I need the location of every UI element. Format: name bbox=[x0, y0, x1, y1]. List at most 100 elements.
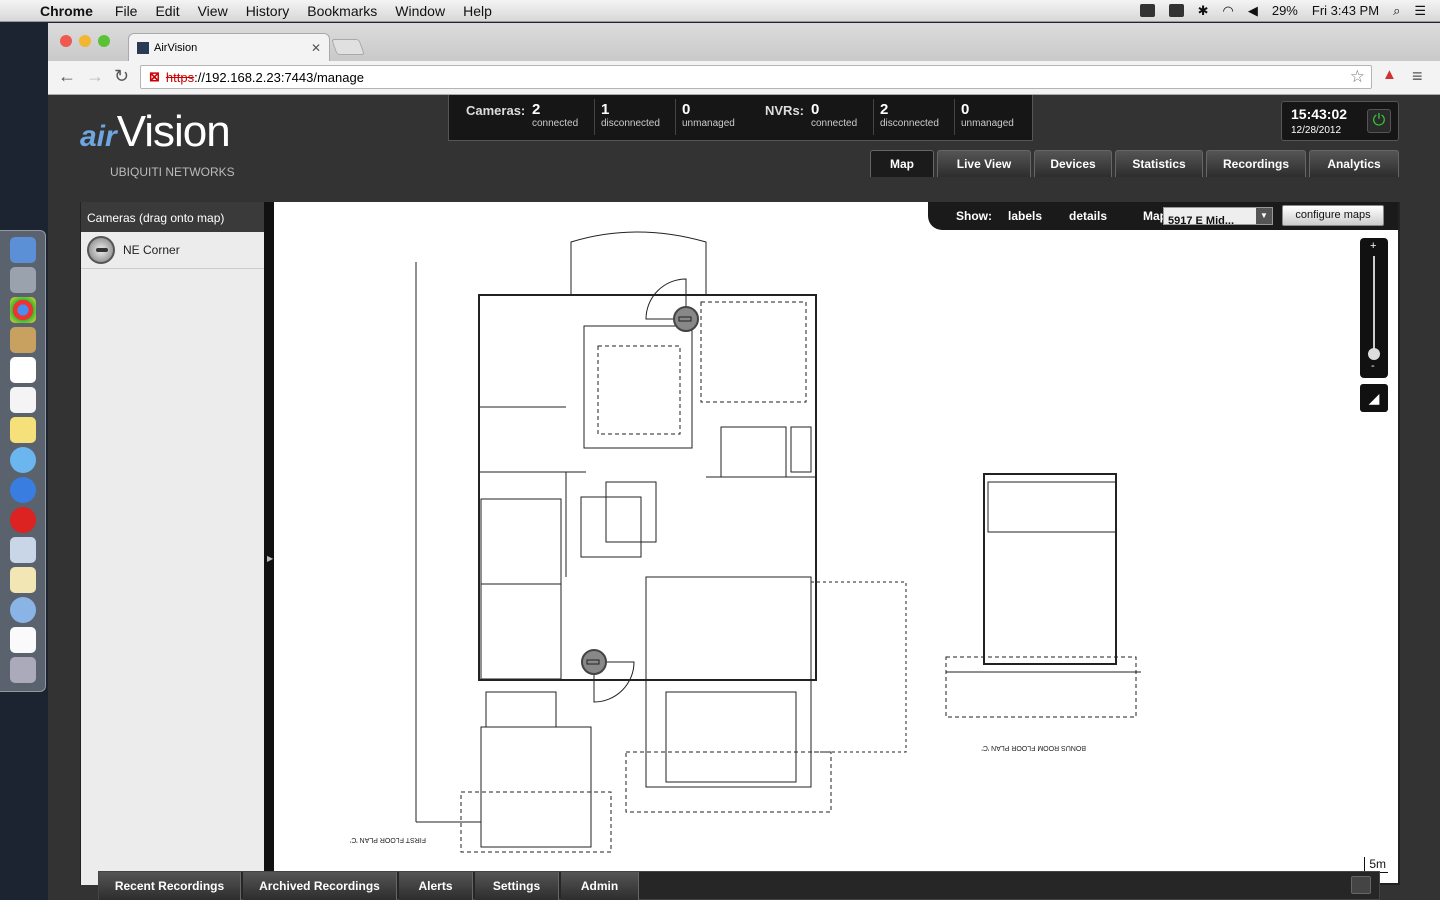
stickies-icon[interactable] bbox=[9, 567, 36, 593]
volume-icon[interactable]: ◀ bbox=[1248, 3, 1258, 19]
tab-strip: AirVision ✕ bbox=[48, 23, 1440, 61]
cameras-label: Cameras: bbox=[466, 103, 526, 118]
wifi-icon[interactable]: ◠ bbox=[1223, 3, 1234, 19]
cam-connected-stat[interactable]: 2 connected bbox=[532, 101, 578, 129]
map-select[interactable]: 5917 E Mid... ▼ bbox=[1163, 207, 1273, 227]
tab-devices[interactable]: Devices bbox=[1034, 150, 1112, 177]
tab-close-icon[interactable]: ✕ bbox=[311, 41, 321, 55]
tab-archived-recordings[interactable]: Archived Recordings bbox=[243, 872, 397, 900]
notes-icon[interactable] bbox=[9, 417, 36, 443]
back-icon[interactable]: ← bbox=[58, 66, 76, 87]
messages-icon[interactable] bbox=[9, 447, 36, 473]
chevron-right-icon[interactable]: ▶ bbox=[267, 554, 273, 563]
chevron-down-icon[interactable]: ▼ bbox=[1256, 208, 1272, 224]
nvr-connected-stat[interactable]: 0 connected bbox=[811, 101, 857, 129]
tab-live-view[interactable]: Live View bbox=[937, 150, 1031, 177]
clock-date: 12/28/2012 bbox=[1291, 125, 1342, 136]
preview-icon[interactable] bbox=[9, 537, 36, 563]
tab-recordings[interactable]: Recordings bbox=[1206, 150, 1306, 177]
new-tab-button[interactable] bbox=[331, 39, 365, 55]
menu-history[interactable]: History bbox=[246, 3, 290, 19]
cam-unmanaged-stat[interactable]: 0 unmanaged bbox=[682, 101, 735, 129]
extension-icon[interactable]: ▲ bbox=[1382, 66, 1397, 83]
network-folder-icon[interactable] bbox=[9, 597, 36, 623]
textedit-icon[interactable] bbox=[9, 387, 36, 413]
menu-help[interactable]: Help bbox=[463, 3, 492, 19]
calendar-icon[interactable] bbox=[9, 357, 36, 383]
system-preferences-icon[interactable] bbox=[9, 267, 36, 293]
address-bar[interactable]: ⊠ https ://192.168.2.23:7443/manage ☆ bbox=[140, 65, 1372, 89]
sidebar-header: Cameras (drag onto map) bbox=[81, 202, 264, 232]
camera-list-item[interactable]: NE Corner bbox=[81, 232, 264, 269]
chrome-icon[interactable] bbox=[9, 297, 36, 323]
menu-window[interactable]: Window bbox=[395, 3, 445, 19]
menubar-app-name[interactable]: Chrome bbox=[40, 3, 93, 19]
details-toggle[interactable]: details bbox=[1069, 209, 1107, 223]
sidebar-collapse-handle[interactable]: ▶ bbox=[264, 202, 274, 885]
insecure-lock-icon[interactable]: ⊠ bbox=[149, 69, 160, 85]
zoom-track[interactable] bbox=[1373, 256, 1375, 356]
spotlight-icon[interactable]: ⌕ bbox=[1393, 3, 1400, 19]
rotate-map-icon[interactable]: ◢ bbox=[1360, 384, 1388, 412]
tab-recent-recordings[interactable]: Recent Recordings bbox=[99, 872, 241, 900]
menubar-clock[interactable]: Fri 3:43 PM bbox=[1312, 3, 1379, 18]
map-canvas[interactable]: FIRST FLOOR PLAN 'C' BONUS ROOM FLOOR PL… bbox=[264, 202, 1400, 885]
bookmark-star-icon[interactable]: ☆ bbox=[1350, 67, 1365, 87]
power-icon[interactable]: ⏻ bbox=[1367, 109, 1391, 133]
zoom-slider[interactable]: + - bbox=[1360, 238, 1388, 378]
configure-maps-button[interactable]: configure maps bbox=[1282, 205, 1384, 226]
reload-icon[interactable]: ↻ bbox=[114, 66, 129, 87]
zoom-handle[interactable] bbox=[1368, 348, 1380, 360]
nvr-disconnected-stat[interactable]: 2 disconnected bbox=[880, 101, 939, 129]
main-nav: Map Live View Devices Statistics Recordi… bbox=[870, 150, 1399, 177]
divider bbox=[873, 99, 874, 135]
app-r-icon[interactable] bbox=[9, 507, 36, 533]
show-label: Show: bbox=[956, 209, 992, 223]
floor-plan: FIRST FLOOR PLAN 'C' BONUS ROOM FLOOR PL… bbox=[350, 231, 1141, 853]
plan-caption-1: FIRST FLOOR PLAN 'C' bbox=[350, 836, 426, 843]
time-machine-icon[interactable] bbox=[1168, 4, 1184, 17]
stat-value: 0 bbox=[961, 101, 970, 118]
tab-statistics[interactable]: Statistics bbox=[1115, 150, 1203, 177]
airvision-logo: airVision UBIQUITI NETWORKS bbox=[80, 107, 235, 179]
bluetooth-icon[interactable]: ✱ bbox=[1198, 3, 1209, 19]
dropbox-icon[interactable] bbox=[1139, 4, 1155, 17]
documents-icon[interactable] bbox=[9, 627, 36, 653]
panel-toggle-button[interactable] bbox=[1351, 876, 1371, 894]
logo-vision: Vision bbox=[116, 107, 231, 156]
nvrs-label: NVRs: bbox=[765, 103, 805, 118]
nvr-unmanaged-stat[interactable]: 0 unmanaged bbox=[961, 101, 1014, 129]
zoom-out-button[interactable]: - bbox=[1371, 360, 1375, 372]
itunes-icon[interactable] bbox=[9, 477, 36, 503]
minimize-window-button[interactable] bbox=[79, 35, 91, 47]
stat-label: connected bbox=[811, 118, 858, 129]
chrome-menu-icon[interactable]: ≡ bbox=[1412, 66, 1423, 87]
menu-view[interactable]: View bbox=[198, 3, 228, 19]
finder-icon[interactable] bbox=[9, 237, 36, 263]
menu-file[interactable]: File bbox=[115, 3, 138, 19]
tab-alerts[interactable]: Alerts bbox=[399, 872, 473, 900]
menu-edit[interactable]: Edit bbox=[155, 3, 179, 19]
tab-admin[interactable]: Admin bbox=[561, 872, 639, 900]
browser-toolbar: ← → ↻ ⊠ https ://192.168.2.23:7443/manag… bbox=[48, 61, 1440, 95]
tab-map[interactable]: Map bbox=[870, 150, 934, 177]
zoom-in-button[interactable]: + bbox=[1370, 240, 1376, 252]
notification-center-icon[interactable]: ☰ bbox=[1414, 3, 1426, 19]
camera-icon[interactable] bbox=[87, 236, 115, 264]
labels-toggle[interactable]: labels bbox=[1008, 209, 1042, 223]
contacts-icon[interactable] bbox=[9, 327, 36, 353]
browser-tab[interactable]: AirVision ✕ bbox=[128, 33, 330, 61]
close-window-button[interactable] bbox=[60, 35, 72, 47]
url-scheme: https bbox=[165, 69, 195, 85]
forward-icon[interactable]: → bbox=[86, 66, 104, 87]
menu-bookmarks[interactable]: Bookmarks bbox=[307, 3, 377, 19]
tab-analytics[interactable]: Analytics bbox=[1309, 150, 1399, 177]
cam-disconnected-stat[interactable]: 1 disconnected bbox=[601, 101, 660, 129]
tab-title: AirVision bbox=[154, 41, 198, 54]
trash-icon[interactable] bbox=[9, 657, 36, 683]
airvision-app: airVision UBIQUITI NETWORKS Cameras: 2 co… bbox=[48, 95, 1440, 900]
tab-settings[interactable]: Settings bbox=[475, 872, 559, 900]
zoom-window-button[interactable] bbox=[98, 35, 110, 47]
battery-percent[interactable]: 29% bbox=[1272, 3, 1298, 18]
map-toolbar: Show: labels details Map: 5917 E Mid... ▼… bbox=[928, 202, 1398, 230]
